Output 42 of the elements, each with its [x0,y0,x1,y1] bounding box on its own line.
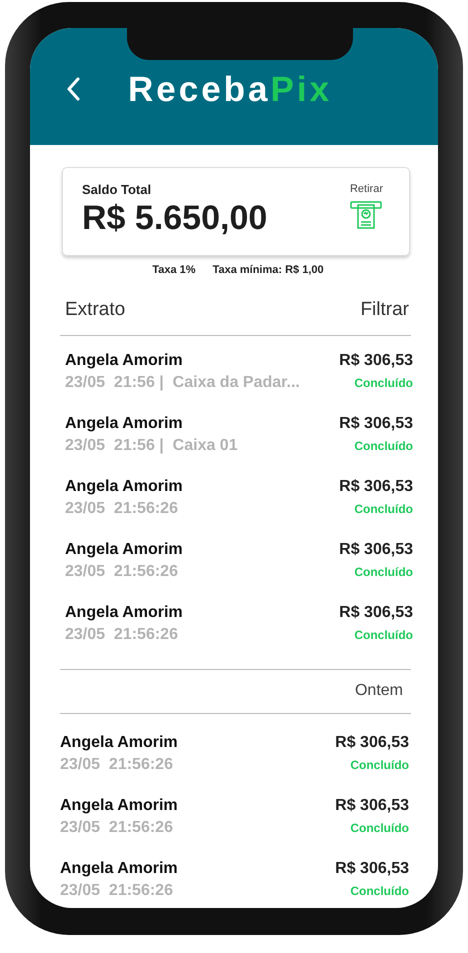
payer-name: Angela Amorim [60,733,178,753]
status-label: Concluído [350,820,409,837]
transaction-details: 23/05 21:56:26 [65,499,179,519]
transaction-amount: R$ 306,53 [339,540,413,560]
statement-title: Extrato [65,299,126,321]
payer-name: Angela Amorim [60,796,178,816]
transaction-details: 23/05 21:56:26 [60,818,174,838]
status-label: Concluído [350,757,409,774]
date-group-heading: Ontem [354,682,403,700]
payer-name: Angela Amorim [65,540,183,560]
payer-name: Angela Amorim [65,351,184,371]
status-label: Concluído [354,438,413,455]
withdraw-label[interactable]: Retirar [350,181,383,197]
transaction-amount: R$ 306,53 [339,414,413,434]
transaction-details: 23/05 21:56:26 [60,755,174,775]
transaction-amount: R$ 306,53 [339,477,413,497]
status-label: Concluído [354,501,413,518]
transaction-details: 23/05 21:56:26 [65,562,179,582]
status-label: Concluído [350,883,409,900]
status-label: Concluído [354,564,413,581]
balance-amount: R$ 5.650,00 [82,199,268,237]
fee-text: Taxa mínima: R$ 1,00 [212,263,324,277]
transaction-amount: R$ 306,53 [335,796,409,816]
payer-name: Angela Amorim [65,477,183,497]
transaction-details: 23/05 21:56 | Caixa 01 [65,436,238,456]
transaction-amount: R$ 306,53 [335,733,409,753]
back-icon[interactable] [66,77,80,101]
payer-name: Angela Amorim [65,603,183,623]
transaction-amount: R$ 306,53 [335,859,409,879]
transaction-details: 23/05 21:56:26 [60,881,174,901]
balance-label: Saldo Total [82,181,152,199]
fee-text: Taxa 1% [152,263,196,277]
payer-name: Angela Amorim [65,414,184,434]
transaction-amount: R$ 306,53 [339,351,413,371]
app-logo: RecebaPix [128,75,332,105]
status-label: Concluído [354,627,413,644]
filter-link[interactable]: Filtrar [360,299,409,321]
transaction-details: 23/05 21:56:26 [65,625,179,645]
status-label: Concluído [354,375,413,392]
transaction-amount: R$ 306,53 [339,603,413,623]
transaction-details: 23/05 21:56 | Caixa da Padar... [65,373,300,393]
payer-name: Angela Amorim [60,859,178,879]
